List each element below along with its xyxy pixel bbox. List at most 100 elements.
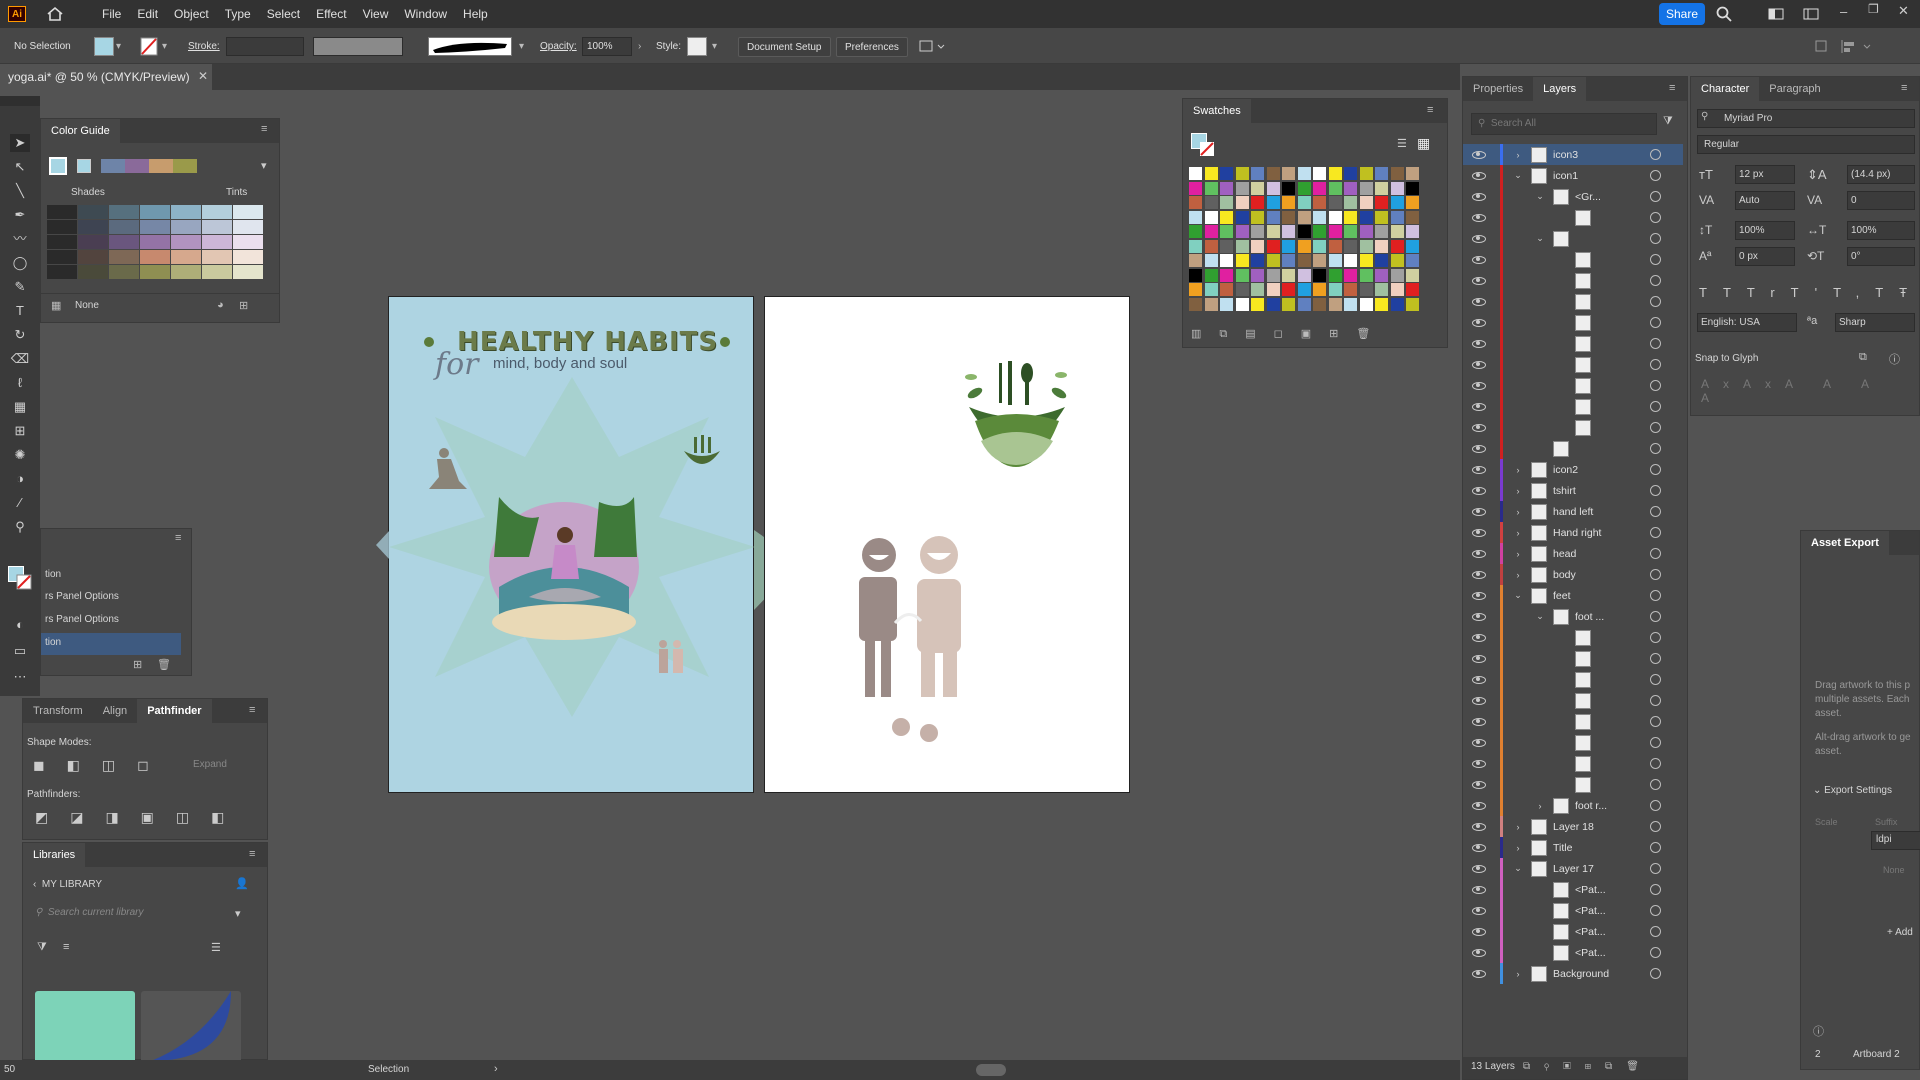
target-circle-icon[interactable] (1650, 758, 1661, 769)
color-chip[interactable] (47, 205, 77, 219)
swatch[interactable] (1220, 254, 1233, 267)
harmony-swatch[interactable] (77, 159, 91, 173)
font-size-field[interactable]: 12 px (1735, 165, 1795, 184)
color-chip[interactable] (140, 205, 170, 219)
visibility-eye-icon[interactable] (1472, 717, 1486, 726)
swatch[interactable] (1235, 254, 1249, 267)
target-circle-icon[interactable] (1650, 170, 1661, 181)
swatch[interactable] (1266, 196, 1280, 209)
swatch[interactable] (1390, 225, 1404, 238)
target-circle-icon[interactable] (1650, 254, 1661, 265)
layer-row[interactable]: › Hand right (1463, 522, 1683, 543)
swatch[interactable] (1375, 225, 1388, 238)
swatch[interactable] (1359, 181, 1373, 195)
vertical-scale-field[interactable]: 100% (1735, 221, 1795, 240)
swatch[interactable] (1282, 181, 1295, 195)
layer-row[interactable]: › foot r... (1463, 795, 1683, 816)
snap-glyph-buttons[interactable]: AxAxA A A A (1701, 377, 1919, 405)
swatch[interactable] (1359, 196, 1373, 209)
share-button[interactable]: Share (1659, 3, 1705, 25)
close-button[interactable]: ✕ (1898, 3, 1909, 19)
target-circle-icon[interactable] (1650, 884, 1661, 895)
layer-name[interactable]: Background (1553, 968, 1609, 980)
info-icon[interactable]: ⓘ (1813, 1023, 1824, 1039)
target-circle-icon[interactable] (1650, 359, 1661, 370)
swatch[interactable] (1344, 210, 1357, 224)
swatch[interactable] (1251, 254, 1264, 267)
swatch[interactable] (1204, 196, 1218, 209)
swatch[interactable] (1251, 181, 1264, 195)
menu-edit[interactable]: Edit (129, 7, 166, 21)
layer-name[interactable]: icon3 (1553, 149, 1578, 161)
swatch[interactable] (1359, 239, 1373, 253)
expand-toggle-icon[interactable]: › (1511, 486, 1525, 496)
swatch[interactable] (1390, 167, 1404, 180)
target-circle-icon[interactable] (1650, 464, 1661, 475)
visibility-eye-icon[interactable] (1472, 507, 1486, 516)
preferences-button[interactable]: Preferences (836, 37, 908, 57)
visibility-eye-icon[interactable] (1472, 612, 1486, 621)
layer-name[interactable]: <Pat... (1575, 947, 1606, 959)
visibility-eye-icon[interactable] (1472, 759, 1486, 768)
swatch[interactable] (1297, 268, 1311, 282)
swatch[interactable] (1406, 210, 1419, 224)
swatch[interactable] (1313, 268, 1326, 282)
list-view-icon[interactable]: ☰ (1397, 137, 1407, 150)
stroke-swatch[interactable] (1199, 141, 1215, 157)
layer-row[interactable] (1463, 354, 1683, 375)
swatch[interactable] (1266, 283, 1280, 296)
swatch[interactable] (1297, 210, 1311, 224)
swatch[interactable] (1297, 254, 1311, 267)
swatch[interactable] (1220, 167, 1233, 180)
expand-toggle-icon[interactable]: › (1511, 549, 1525, 559)
add-user-icon[interactable]: 👤 (235, 877, 249, 890)
target-circle-icon[interactable] (1650, 296, 1661, 307)
layer-name[interactable]: <Pat... (1575, 884, 1606, 896)
fill-swatch[interactable] (94, 37, 114, 56)
eraser-tool-icon[interactable]: ⌫ (10, 350, 30, 368)
panel-menu-icon[interactable]: ≡ (1901, 82, 1907, 94)
new-item-icon[interactable]: ⊞ (133, 658, 142, 671)
swatch[interactable] (1328, 167, 1342, 180)
chevron-down-icon[interactable]: ▾ (712, 37, 717, 56)
visibility-eye-icon[interactable] (1472, 549, 1486, 558)
symbol-sprayer-icon[interactable]: ✺ (10, 446, 30, 464)
color-chip[interactable] (202, 265, 232, 279)
swatch[interactable] (1375, 283, 1388, 296)
opacity-label[interactable]: Opacity: (540, 37, 577, 56)
layer-row[interactable] (1463, 438, 1683, 459)
library-graphic[interactable] (141, 991, 241, 1071)
tab-properties[interactable]: Properties (1463, 77, 1533, 101)
rotate-tool-icon[interactable]: ↻ (10, 326, 30, 344)
line-tool-icon[interactable]: ╲ (10, 182, 30, 200)
swatch[interactable] (1313, 283, 1326, 296)
layer-row[interactable] (1463, 375, 1683, 396)
swatch[interactable] (1204, 181, 1218, 195)
panel-list-item[interactable]: tion (41, 565, 181, 587)
arrange-documents-icon[interactable] (918, 37, 948, 56)
eyedropper-tool-icon[interactable]: ⁄ (10, 494, 30, 512)
variable-width-field[interactable] (313, 37, 403, 56)
tab-pathfinder[interactable]: Pathfinder (137, 699, 212, 723)
swatch[interactable] (1220, 268, 1233, 282)
text-style-buttons[interactable]: TTTrT'T,TŦ (1699, 285, 1920, 300)
brush-definition[interactable] (428, 37, 512, 56)
expand-toggle-icon[interactable]: ⌄ (1533, 611, 1547, 622)
layer-row[interactable]: ⌄ <Gr... (1463, 186, 1683, 207)
list-view-icon[interactable]: ☰ (211, 941, 221, 954)
swatch[interactable] (1282, 167, 1295, 180)
swatch[interactable] (1297, 167, 1311, 180)
horizontal-scrollbar[interactable] (976, 1064, 1006, 1076)
swatch[interactable] (1344, 181, 1357, 195)
target-circle-icon[interactable] (1650, 800, 1661, 811)
swatch[interactable] (1235, 268, 1249, 282)
swatch[interactable] (1344, 167, 1357, 180)
asset-export-tab[interactable]: Asset Export (1801, 531, 1889, 555)
swatch[interactable] (1406, 181, 1419, 195)
visibility-eye-icon[interactable] (1472, 591, 1486, 600)
layer-name[interactable]: feet (1553, 590, 1571, 602)
swatch[interactable] (1220, 283, 1233, 296)
artboard-2[interactable] (764, 296, 1130, 793)
swatch[interactable] (1313, 254, 1326, 267)
close-icon[interactable]: ✕ (198, 69, 208, 83)
